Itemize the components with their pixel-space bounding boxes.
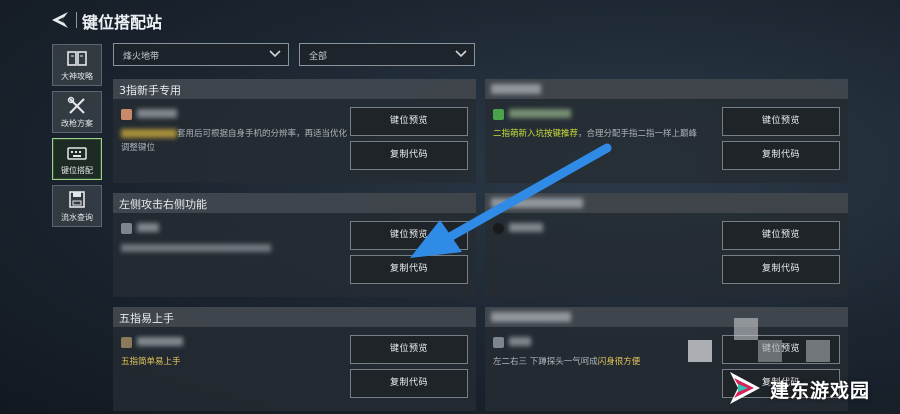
card-header: 五指易上手 (113, 307, 476, 327)
copy-code-button[interactable]: 复制代码 (350, 255, 468, 284)
card-title (491, 312, 571, 322)
author-name (137, 109, 177, 118)
card-title: 五指易上手 (119, 312, 174, 325)
layout-card: 键位预览 复制代码 (485, 193, 848, 297)
book-icon (67, 51, 87, 66)
card-description: 五指简单易上手 (121, 355, 347, 369)
description-highlight: 闪身很方便 (597, 357, 641, 367)
description-text: ，合理分配手指二指一样上巅峰 (578, 129, 698, 139)
mosaic-overlay (688, 318, 838, 368)
title-divider (76, 12, 77, 28)
avatar (493, 109, 504, 120)
author-name (137, 223, 159, 232)
author-name (509, 109, 571, 118)
chevron-down-icon (269, 50, 281, 58)
description-highlight: 二指萌新入坑按键推荐 (493, 129, 579, 139)
card-header: 3指新手专用 (113, 79, 476, 99)
preview-layout-button[interactable]: 键位预览 (350, 335, 468, 364)
avatar (121, 337, 132, 348)
avatar (121, 109, 132, 120)
sidebar-item-key-layouts[interactable]: 键位搭配 (52, 138, 102, 180)
card-description: 套用后可根据自身手机的分辨率，再适当优化调整键位 (121, 127, 347, 155)
card-description (121, 241, 347, 255)
copy-code-button[interactable]: 复制代码 (722, 141, 840, 170)
card-description: 二指萌新入坑按键推荐，合理分配手指二指一样上巅峰 (493, 127, 719, 141)
preview-layout-button[interactable]: 键位预览 (350, 107, 468, 136)
sidebar-item-flow-query[interactable]: 流水查询 (52, 185, 102, 227)
card-header (485, 193, 848, 213)
back-button[interactable] (48, 10, 72, 30)
copy-code-button[interactable]: 复制代码 (722, 255, 840, 284)
sidebar-item-guides[interactable]: 大神攻略 (52, 44, 102, 86)
card-title: 3指新手专用 (119, 84, 181, 97)
card-header: 左侧攻击右侧功能 (113, 193, 476, 213)
author-name (509, 223, 543, 232)
back-arrow-icon (52, 12, 68, 28)
card-header (485, 79, 848, 99)
card-description: 左二右三 下蹲探头一气呵成闪身很方便 (493, 355, 719, 369)
description-highlight: 五指简单易上手 (121, 357, 181, 367)
preview-layout-button[interactable]: 键位预览 (722, 221, 840, 250)
chevron-down-icon (455, 50, 467, 58)
author-name (137, 337, 183, 346)
layout-card: 二指萌新入坑按键推荐，合理分配手指二指一样上巅峰 键位预览 复制代码 (485, 79, 848, 183)
avatar (493, 223, 504, 234)
layout-card: 3指新手专用 套用后可根据自身手机的分辨率，再适当优化调整键位 键位预览 复制代… (113, 79, 476, 183)
save-icon (69, 191, 85, 208)
keyboard-icon (67, 147, 87, 160)
sidebar-item-gun-mods[interactable]: 改枪方案 (52, 91, 102, 133)
sidebar: 大神攻略 改枪方案 键位搭配 流水查询 (52, 44, 102, 232)
copy-code-button[interactable]: 复制代码 (350, 369, 468, 398)
top-bar: 键位搭配站 (0, 0, 900, 40)
description-text: 左二右三 下蹲探头一气呵成 (493, 357, 598, 367)
avatar (493, 337, 504, 348)
layout-card: 五指易上手 五指简单易上手 键位预览 复制代码 (113, 307, 476, 411)
sidebar-item-label: 大神攻略 (61, 72, 93, 81)
watermark-logo-icon (730, 372, 760, 404)
map-filter-dropdown[interactable]: 烽火地带 (113, 43, 289, 66)
card-title (491, 198, 583, 208)
watermark: 建东游戏园 (720, 362, 900, 414)
page-title: 键位搭配站 (82, 13, 163, 32)
sidebar-item-label: 改枪方案 (61, 119, 93, 128)
sidebar-item-label: 流水查询 (61, 213, 93, 222)
layout-card: 左侧攻击右侧功能 键位预览 复制代码 (113, 193, 476, 297)
map-filter-value: 烽火地带 (123, 52, 160, 62)
sidebar-item-label: 键位搭配 (61, 166, 93, 175)
category-filter-dropdown[interactable]: 全部 (299, 43, 475, 66)
card-title: 左侧攻击右侧功能 (119, 198, 207, 211)
avatar (121, 223, 132, 234)
category-filter-value: 全部 (309, 52, 328, 62)
copy-code-button[interactable]: 复制代码 (350, 141, 468, 170)
author-name (509, 337, 531, 346)
tools-icon (67, 96, 85, 114)
card-title (491, 84, 541, 94)
preview-layout-button[interactable]: 键位预览 (722, 107, 840, 136)
preview-layout-button[interactable]: 键位预览 (350, 221, 468, 250)
watermark-text: 建东游戏园 (770, 380, 871, 402)
